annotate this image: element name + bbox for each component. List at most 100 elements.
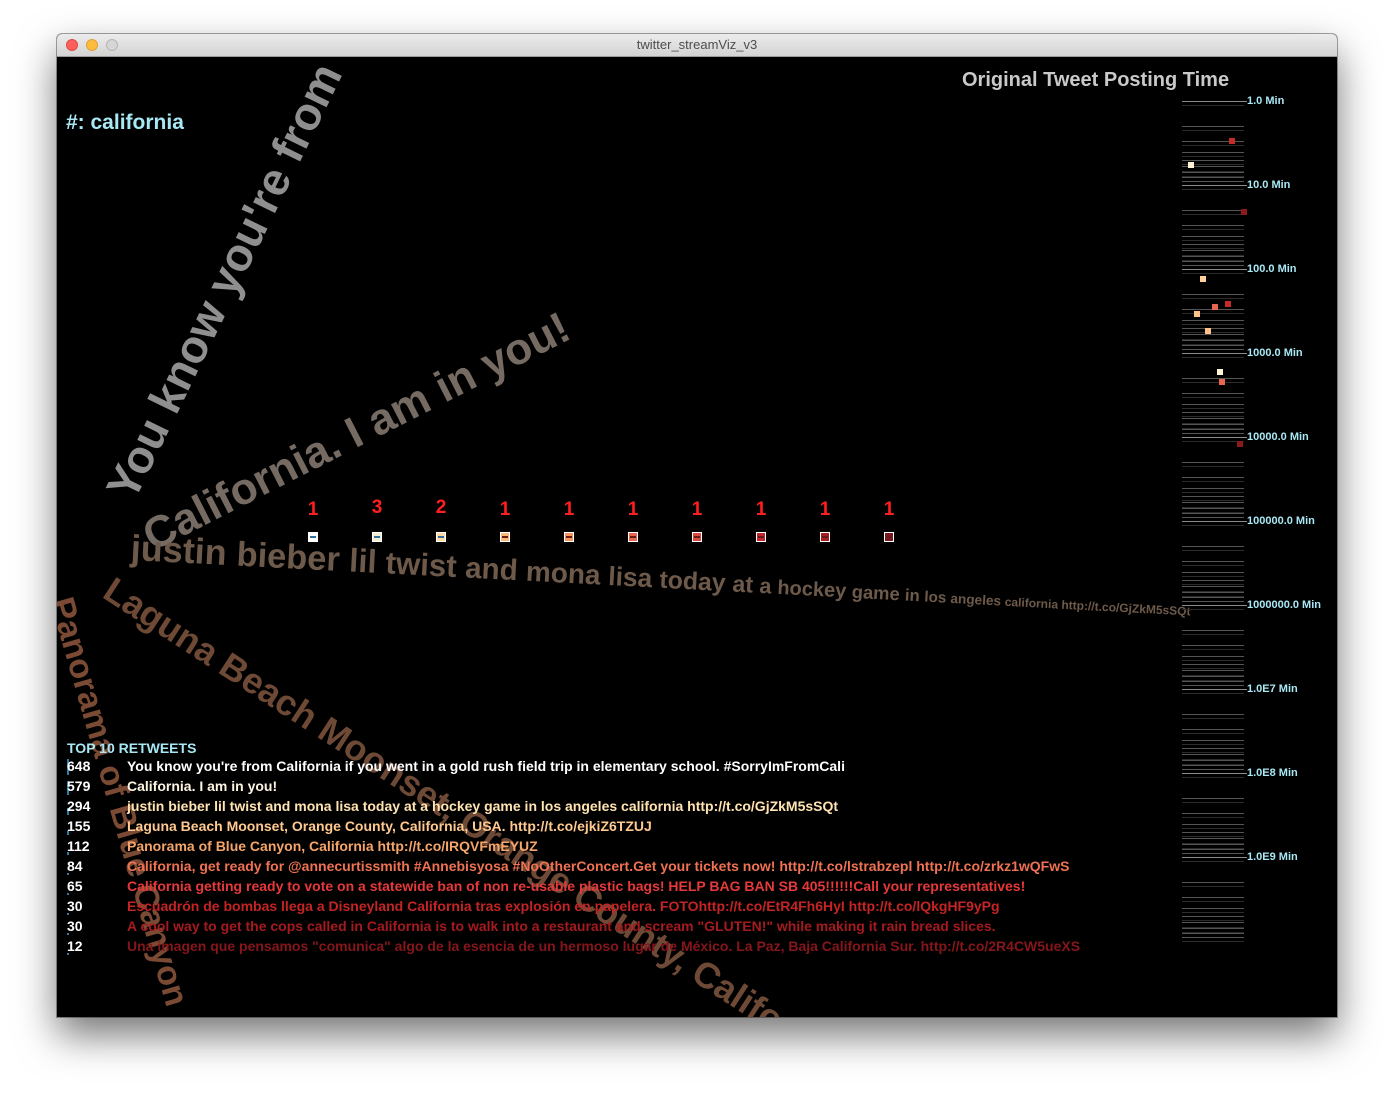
- axis-minor-gridline: [1182, 294, 1244, 296]
- category-swatch[interactable]: [756, 532, 766, 542]
- axis-minor-gridline: [1182, 583, 1244, 585]
- category-count: 1: [883, 499, 895, 520]
- axis-minor-gridline: [1182, 922, 1244, 924]
- axis-minor-gridline: [1182, 634, 1244, 636]
- axis-minor-gridline: [1182, 565, 1244, 567]
- category-swatch[interactable]: [820, 532, 830, 542]
- axis-minor-gridline: [1182, 189, 1244, 191]
- axis-minor-gridline: [1182, 415, 1244, 417]
- retweet-text: California, get ready for @annecurtissmi…: [127, 858, 1070, 874]
- axis-minor-gridline: [1182, 225, 1244, 227]
- tweet-time-point[interactable]: [1188, 162, 1194, 169]
- category-swatch[interactable]: [628, 532, 638, 542]
- axis-minor-gridline: [1182, 802, 1244, 804]
- category-count: 2: [435, 497, 447, 518]
- axis-minor-gridline: [1182, 411, 1244, 413]
- tweet-time-point[interactable]: [1237, 440, 1243, 447]
- axis-minor-gridline: [1182, 915, 1244, 917]
- category-swatch[interactable]: [372, 532, 382, 542]
- axis-minor-gridline: [1182, 733, 1244, 735]
- axis-minor-gridline: [1182, 901, 1244, 903]
- axis-minor-gridline: [1182, 932, 1244, 934]
- axis-minor-gridline: [1182, 827, 1244, 829]
- timeline-title: Original Tweet Posting Time: [962, 69, 1230, 91]
- axis-minor-gridline: [1182, 151, 1244, 153]
- axis-minor-gridline: [1182, 659, 1244, 661]
- axis-minor-gridline: [1182, 298, 1244, 300]
- axis-minor-gridline: [1182, 313, 1244, 315]
- retweet-count: 12: [67, 938, 83, 954]
- axis-minor-gridline: [1182, 265, 1244, 267]
- axis-minor-gridline: [1182, 250, 1244, 252]
- axis-minor-gridline: [1182, 181, 1244, 183]
- axis-minor-gridline: [1182, 334, 1244, 336]
- category-swatch[interactable]: [564, 532, 574, 542]
- axis-minor-gridline: [1182, 130, 1244, 132]
- axis-minor-gridline: [1182, 550, 1244, 552]
- retweet-count: 30: [67, 898, 83, 914]
- axis-minor-gridline: [1182, 813, 1244, 815]
- axis-minor-gridline: [1182, 670, 1244, 672]
- axis-minor-gridline: [1182, 739, 1244, 741]
- retweet-text: Laguna Beach Moonset, Orange County, Cal…: [127, 818, 652, 834]
- retweet-text: California getting ready to vote on a st…: [127, 878, 1026, 894]
- tweet-time-point[interactable]: [1217, 369, 1223, 376]
- axis-minor-gridline: [1182, 357, 1244, 359]
- axis-major-tick: [1182, 857, 1247, 858]
- axis-minor-gridline: [1182, 327, 1244, 329]
- axis-major-tick: [1182, 605, 1247, 606]
- axis-minor-gridline: [1182, 747, 1244, 749]
- axis-minor-gridline: [1182, 382, 1244, 384]
- axis-minor-gridline: [1182, 466, 1244, 468]
- category-count: 1: [499, 499, 511, 520]
- axis-minor-gridline: [1182, 502, 1244, 504]
- app-window: twitter_streamViz_v3 You know you're fro…: [57, 34, 1337, 1017]
- category-swatch[interactable]: [308, 532, 318, 542]
- category-count: 1: [563, 499, 575, 520]
- axis-minor-gridline: [1182, 397, 1244, 399]
- tweet-time-point[interactable]: [1200, 275, 1206, 282]
- window-title: twitter_streamViz_v3: [636, 37, 758, 52]
- tweet-time-point[interactable]: [1205, 327, 1211, 334]
- axis-minor-gridline: [1182, 176, 1244, 178]
- axis-minor-gridline: [1182, 243, 1244, 245]
- tweet-time-point[interactable]: [1194, 310, 1200, 317]
- axis-major-tick: [1182, 269, 1247, 270]
- tweet-time-point[interactable]: [1212, 303, 1218, 310]
- category-swatch[interactable]: [436, 532, 446, 542]
- axis-minor-gridline: [1182, 685, 1244, 687]
- retweet-count: 155: [67, 818, 91, 834]
- tweet-time-point[interactable]: [1241, 209, 1247, 216]
- axis-minor-gridline: [1182, 882, 1244, 884]
- axis-minor-gridline: [1182, 591, 1244, 593]
- tweet-time-point[interactable]: [1225, 300, 1231, 307]
- axis-major-tick: [1182, 353, 1247, 354]
- retweet-text: California. I am in you!: [127, 778, 278, 794]
- axis-minor-gridline: [1182, 853, 1244, 855]
- axis-minor-gridline: [1182, 239, 1244, 241]
- axis-minor-gridline: [1182, 751, 1244, 753]
- axis-minor-gridline: [1182, 155, 1244, 157]
- axis-minor-gridline: [1182, 927, 1244, 929]
- axis-minor-gridline: [1182, 273, 1244, 275]
- tweet-time-point[interactable]: [1229, 138, 1235, 145]
- axis-minor-gridline: [1182, 941, 1244, 943]
- category-count: 3: [371, 497, 383, 518]
- axis-minor-gridline: [1182, 378, 1244, 380]
- retweet-count: 84: [67, 858, 83, 874]
- category-count: 1: [307, 499, 319, 520]
- category-swatch[interactable]: [884, 532, 894, 542]
- axis-minor-gridline: [1182, 714, 1244, 716]
- axis-minor-gridline: [1182, 407, 1244, 409]
- tweet-time-point[interactable]: [1219, 378, 1225, 385]
- axis-minor-gridline: [1182, 126, 1244, 128]
- category-swatch[interactable]: [692, 532, 702, 542]
- axis-minor-gridline: [1182, 764, 1244, 766]
- category-count: 1: [819, 499, 831, 520]
- axis-minor-gridline: [1182, 907, 1244, 909]
- retweet-count: 294: [67, 798, 91, 814]
- axis-minor-gridline: [1182, 798, 1244, 800]
- title-bar: twitter_streamViz_v3: [57, 34, 1337, 57]
- axis-minor-gridline: [1182, 423, 1244, 425]
- category-swatch[interactable]: [500, 532, 510, 542]
